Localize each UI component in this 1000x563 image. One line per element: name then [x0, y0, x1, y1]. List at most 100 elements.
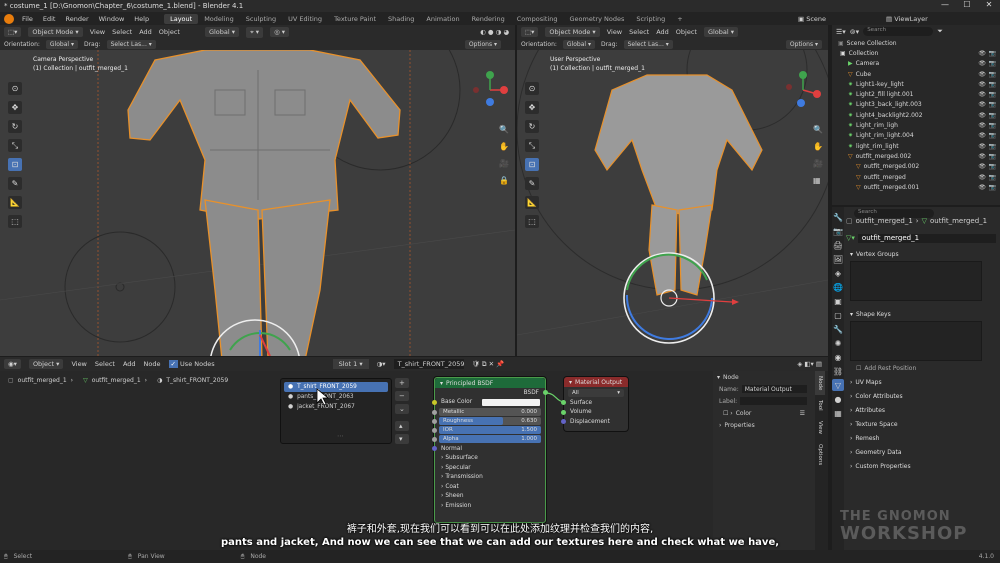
tab-texture-paint[interactable]: Texture Paint — [328, 14, 382, 24]
orientation-dropdown[interactable]: Global ▾ — [562, 40, 595, 49]
transform-tool-icon[interactable]: ⊡ — [525, 158, 539, 171]
render-camera-icon[interactable]: 📷 — [989, 122, 996, 129]
physics-tab-icon[interactable]: ◉ — [832, 351, 844, 363]
outliner-item[interactable]: ✷ Light3_back_light.003 👁 📷 — [832, 100, 1000, 110]
render-camera-icon[interactable]: 📷 — [989, 184, 996, 191]
menu-render[interactable]: Render — [60, 15, 93, 23]
base-color-socket[interactable] — [432, 399, 437, 405]
collection-tab-icon[interactable]: ▣ — [832, 295, 844, 307]
zoom-icon[interactable]: 🔍 — [499, 125, 509, 134]
tab-modeling[interactable]: Modeling — [198, 14, 240, 24]
section-attributes[interactable]: › Attributes — [846, 403, 996, 417]
render-camera-icon[interactable]: 📷 — [989, 101, 996, 108]
add-cube-tool-icon[interactable]: ⬚ — [525, 215, 539, 228]
move-tool-icon[interactable]: ✥ — [8, 101, 22, 114]
cursor-tool-icon[interactable]: ⊙ — [525, 82, 539, 95]
annotate-tool-icon[interactable]: ✎ — [8, 177, 22, 190]
snap-icon[interactable]: ⌖ ▾ — [246, 26, 264, 38]
principled-bsdf-node[interactable]: ▾ Principled BSDF BSDF Base Color Metall… — [432, 377, 548, 523]
sidebar-tab-view[interactable]: View — [815, 416, 825, 439]
mode-dropdown[interactable]: Object Mode ▾ — [545, 27, 600, 37]
render-camera-icon[interactable]: 📷 — [989, 143, 996, 150]
navigation-gizmo-left[interactable] — [470, 70, 510, 110]
visibility-eye-icon[interactable]: 👁 — [978, 132, 986, 139]
scene-selector[interactable]: ▣ Scene — [798, 15, 826, 23]
visibility-eye-icon[interactable]: 👁 — [978, 71, 986, 78]
input-socket[interactable] — [432, 436, 437, 442]
world-tab-icon[interactable]: 🌐 — [832, 281, 844, 293]
shading-mode-icons[interactable]: ◐ ● ◑ ◕ — [480, 28, 509, 36]
node-properties-section[interactable]: › Properties — [713, 419, 815, 431]
transform-orientation-dropdown[interactable]: Global ▾ — [204, 27, 240, 37]
scale-tool-icon[interactable]: ⤡ — [525, 139, 539, 152]
camera-view-icon[interactable]: 🎥 — [813, 159, 823, 168]
outliner-item[interactable]: ▽ outfit_merged.002 👁 📷 — [832, 151, 1000, 161]
material-browse-icon[interactable]: ◑▾ — [377, 360, 386, 368]
tab-geometry-nodes[interactable]: Geometry Nodes — [564, 14, 631, 24]
view-layer-tab-icon[interactable]: 🖼 — [832, 253, 844, 265]
mesh-data-name-field[interactable]: outfit_merged_1 — [857, 233, 996, 243]
add-menu[interactable]: Add — [656, 28, 669, 36]
modifier-tab-icon[interactable]: 🔧 — [832, 323, 844, 335]
outliner-item[interactable]: ✷ Light_rim_ligh 👁 📷 — [832, 120, 1000, 130]
transform-tool-icon[interactable]: ⊡ — [8, 158, 22, 171]
cursor-tool-icon[interactable]: ⊙ — [8, 82, 22, 95]
outliner-item[interactable]: ✷ Light4_backlight2.002 👁 📷 — [832, 110, 1000, 120]
bsdf-node-header[interactable]: ▾ Principled BSDF — [435, 378, 545, 388]
visibility-eye-icon[interactable]: 👁 — [978, 174, 986, 181]
visibility-eye-icon[interactable]: 👁 — [978, 153, 986, 160]
render-camera-icon[interactable]: 📷 — [989, 112, 996, 119]
outliner-item[interactable]: ▽ outfit_merged.001 👁 📷 — [832, 182, 1000, 192]
use-nodes-checkbox[interactable]: ✓ Use Nodes — [168, 360, 215, 368]
render-camera-icon[interactable]: 📷 — [989, 132, 996, 139]
slot-dropdown[interactable]: Slot 1 ▾ — [332, 359, 369, 369]
material-slot-item[interactable]: ●pants_FRONT_2063 — [284, 392, 388, 402]
measure-tool-icon[interactable]: 📐 — [8, 196, 22, 209]
overlay-icons[interactable]: ◈ ◧▾ ▤ — [797, 360, 822, 368]
outliner-item[interactable]: ✷ Light_rim_light.004 👁 📷 — [832, 131, 1000, 141]
render-tab-icon[interactable]: 📷 — [832, 225, 844, 237]
outliner-item[interactable]: ✷ light_rim_light 👁 📷 — [832, 141, 1000, 151]
bsdf-row-emission[interactable]: › Emission — [435, 501, 545, 511]
tab-shading[interactable]: Shading — [382, 14, 420, 24]
input-socket[interactable] — [432, 418, 437, 424]
node-menu[interactable]: Node — [144, 360, 161, 368]
rotate-tool-icon[interactable]: ↻ — [8, 120, 22, 133]
add-rest-position-checkbox[interactable]: ☐ Add Rest Position — [846, 361, 996, 375]
render-camera-icon[interactable]: 📷 — [989, 50, 996, 57]
node-name-field[interactable]: Material Output — [741, 385, 807, 393]
outliner-item[interactable]: ▶ Camera 👁 📷 — [832, 59, 1000, 69]
output-node-header[interactable]: ▾ Material Output — [564, 377, 628, 387]
section-color-attributes[interactable]: › Color Attributes — [846, 389, 996, 403]
viewport-left[interactable]: ⬚▾ Object Mode ▾ View Select Add Object … — [0, 25, 515, 356]
vertex-groups-list[interactable] — [850, 261, 982, 301]
visibility-eye-icon[interactable]: 👁 — [978, 163, 986, 170]
editor-type-icon[interactable]: ⬚▾ — [521, 27, 539, 37]
scale-tool-icon[interactable]: ⤡ — [8, 139, 22, 152]
select-menu[interactable]: Select — [629, 28, 649, 36]
rotate-tool-icon[interactable]: ↻ — [525, 120, 539, 133]
pan-hand-icon[interactable]: ✋ — [499, 142, 509, 151]
outliner-search-input[interactable]: Search — [863, 27, 934, 36]
drag-dropdown[interactable]: Select Las... ▾ — [623, 40, 673, 49]
constraints-tab-icon[interactable]: ⛓ — [832, 365, 844, 377]
options-dropdown[interactable]: Options ▾ — [785, 40, 822, 49]
render-camera-icon[interactable]: 📷 — [989, 60, 996, 67]
add-menu[interactable]: Add — [123, 360, 136, 368]
shape-keys-list[interactable] — [850, 321, 982, 361]
mode-dropdown[interactable]: Object Mode ▾ — [28, 27, 83, 37]
input-socket[interactable] — [432, 427, 437, 433]
measure-tool-icon[interactable]: 📐 — [525, 196, 539, 209]
menu-help[interactable]: Help — [129, 15, 154, 23]
render-camera-icon[interactable]: 📷 — [989, 163, 996, 170]
outliner-scene-collection[interactable]: ▣ Scene Collection — [832, 38, 1000, 48]
render-camera-icon[interactable]: 📷 — [989, 153, 996, 160]
bsdf-row-coat[interactable]: › Coat — [435, 482, 545, 492]
orientation-dropdown[interactable]: Global ▾ — [45, 40, 78, 49]
material-slot-item[interactable]: ● T_shirt_FRONT_2059 — [284, 382, 388, 392]
remove-slot-button[interactable]: − — [395, 391, 409, 401]
object-tab-icon[interactable]: ▢ — [832, 309, 844, 321]
add-slot-button[interactable]: + — [395, 378, 409, 388]
visibility-eye-icon[interactable]: 👁 — [978, 122, 986, 129]
visibility-eye-icon[interactable]: 👁 — [978, 81, 986, 88]
